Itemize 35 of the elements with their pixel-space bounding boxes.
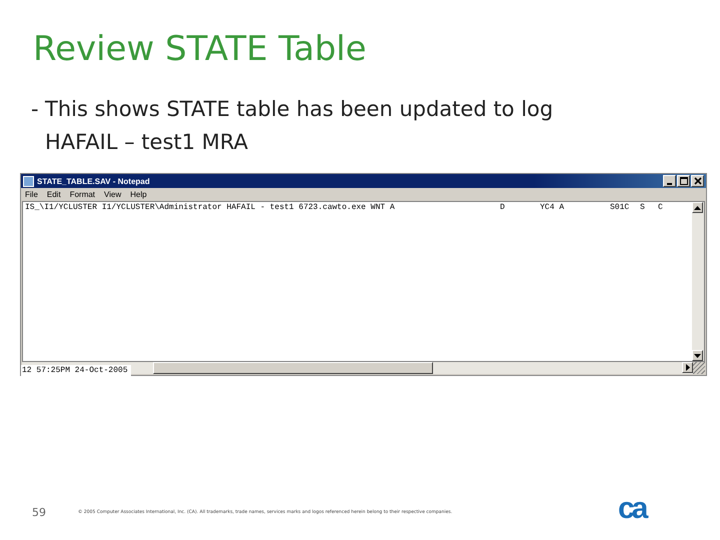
page-number: 59 (32, 506, 47, 518)
menu-item[interactable]: File (25, 190, 38, 199)
menu-item[interactable]: Help (130, 190, 147, 199)
right-arrow-icon (686, 364, 690, 371)
horizontal-scrollbar[interactable] (22, 362, 705, 374)
vertical-scrollbar[interactable] (692, 202, 704, 361)
text-line: YC4 A (540, 203, 566, 212)
scroll-down-button[interactable] (692, 350, 703, 361)
text-line: D (500, 203, 506, 212)
window-title: STATE_TABLE.SAV - Notepad (37, 176, 150, 186)
menu-item[interactable]: View (104, 190, 122, 199)
text-line: S (640, 203, 646, 212)
notepad-icon (23, 176, 34, 186)
scroll-up-button[interactable] (692, 202, 703, 213)
text-line: S01C (610, 203, 630, 212)
maximize-button[interactable] (677, 175, 690, 187)
menu-item[interactable]: Format (70, 190, 96, 199)
text-line: IS_\I1/YCLUSTER I1/YCLUSTER\Administrator HAFAIL - test1 6723.cawto.exe WNT A (25, 203, 396, 212)
maximize-icon (680, 177, 688, 185)
bullet-text: This shows STATE table has been updated to log HAFAIL – test1 MRA (45, 96, 554, 156)
company-logo: ca (618, 492, 646, 526)
close-icon (694, 177, 702, 185)
text-line: C (658, 203, 663, 212)
menu-item[interactable]: Edit (46, 190, 61, 199)
text-area[interactable]: IS_\I1/YCLUSTER I1/YCLUSTER\Administrator HAFAIL - test1 6723.cawto.exe WNT A D YC4 A S01C S C (23, 202, 692, 361)
minimize-button[interactable] (663, 175, 676, 187)
close-button[interactable] (691, 175, 704, 187)
scroll-right-button[interactable] (682, 362, 693, 373)
status-text: 12 57:25PM 24-Oct-2005 (21, 365, 131, 376)
bullet-marker: - (31, 96, 40, 123)
up-arrow-icon (694, 206, 701, 210)
slide-title: Review STATE Table (33, 29, 368, 69)
down-arrow-icon (694, 354, 701, 358)
scroll-thumb[interactable] (153, 362, 433, 374)
resize-grip-icon (693, 362, 705, 374)
